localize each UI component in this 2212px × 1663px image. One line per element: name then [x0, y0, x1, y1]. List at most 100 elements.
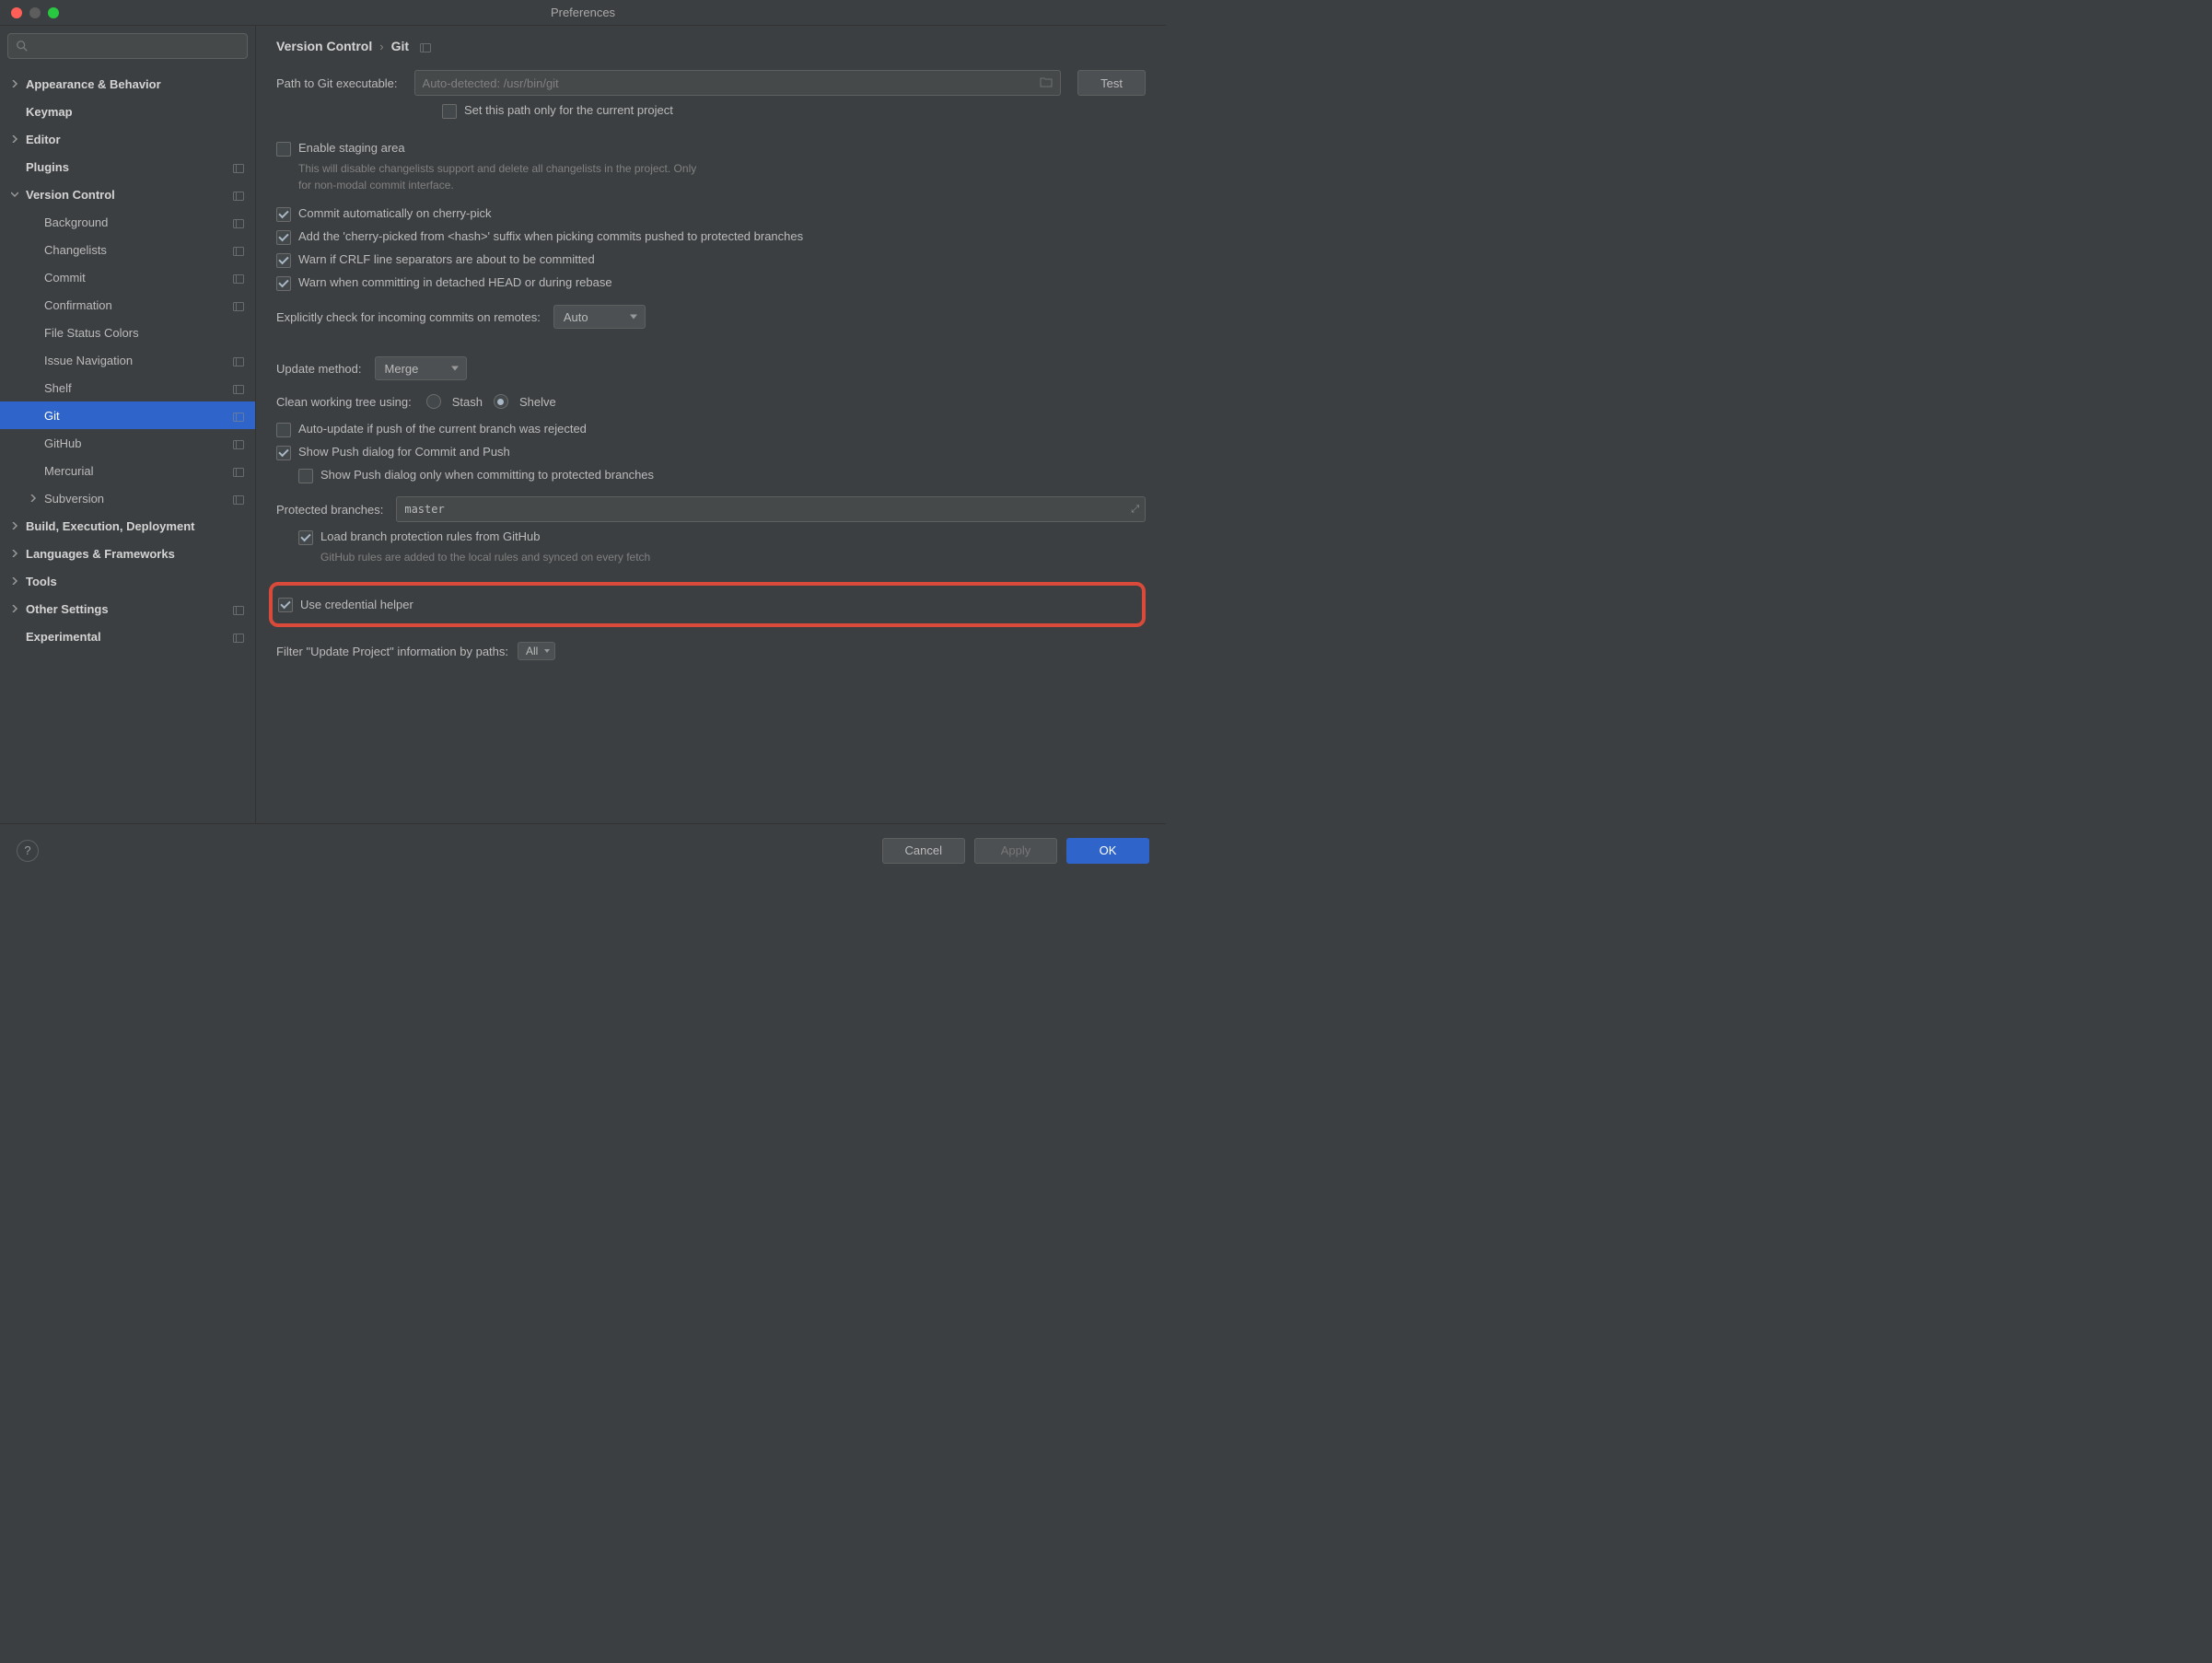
auto-update-rejected-checkbox[interactable]	[276, 423, 291, 437]
breadcrumb-root[interactable]: Version Control	[276, 39, 372, 53]
credential-helper-highlight: Use credential helper	[269, 582, 1146, 627]
clean-tree-shelve-radio[interactable]	[494, 394, 508, 409]
set-path-project-only-checkbox[interactable]	[442, 104, 457, 119]
project-level-icon	[233, 190, 244, 199]
sidebar-item-appearance-behavior[interactable]: Appearance & Behavior	[0, 70, 255, 98]
protected-branches-field[interactable]: master ⤢	[396, 496, 1146, 522]
sidebar-item-confirmation[interactable]: Confirmation	[0, 291, 255, 319]
chevron-right-icon	[7, 546, 22, 561]
sidebar-item-label: File Status Colors	[44, 326, 248, 340]
sidebar-item-label: Keymap	[26, 105, 248, 119]
sidebar-item-commit[interactable]: Commit	[0, 263, 255, 291]
sidebar-item-subversion[interactable]: Subversion	[0, 484, 255, 512]
test-button[interactable]: Test	[1077, 70, 1146, 96]
expand-icon[interactable]: ⤢	[1131, 503, 1139, 516]
minimize-window-button[interactable]	[29, 7, 41, 18]
show-push-dialog-checkbox[interactable]	[276, 446, 291, 460]
breadcrumb: Version Control › Git	[256, 26, 1166, 63]
use-credential-helper-checkbox[interactable]	[278, 598, 293, 612]
sidebar-item-experimental[interactable]: Experimental	[0, 622, 255, 650]
sidebar-item-version-control[interactable]: Version Control	[0, 180, 255, 208]
sidebar-item-label: GitHub	[44, 436, 248, 450]
protected-branches-label: Protected branches:	[276, 503, 383, 517]
sidebar-item-shelf[interactable]: Shelf	[0, 374, 255, 401]
sidebar-item-keymap[interactable]: Keymap	[0, 98, 255, 125]
project-level-icon	[233, 438, 244, 448]
cherry-suffix-checkbox[interactable]	[276, 230, 291, 245]
load-branch-rules-checkbox[interactable]	[298, 530, 313, 545]
chevron-right-icon: ›	[379, 40, 383, 53]
sidebar-item-changelists[interactable]: Changelists	[0, 236, 255, 263]
sidebar-item-other-settings[interactable]: Other Settings	[0, 595, 255, 622]
sidebar-item-label: Background	[44, 215, 248, 229]
sidebar-item-mercurial[interactable]: Mercurial	[0, 457, 255, 484]
sidebar-item-editor[interactable]: Editor	[0, 125, 255, 153]
cancel-button[interactable]: Cancel	[882, 838, 965, 864]
close-window-button[interactable]	[11, 7, 22, 18]
apply-button[interactable]: Apply	[974, 838, 1057, 864]
explicit-check-label: Explicitly check for incoming commits on…	[276, 310, 541, 324]
project-level-icon	[233, 355, 244, 365]
settings-sidebar: Appearance & Behavior Keymap EditorPlugins…	[0, 26, 256, 823]
set-path-project-only-label: Set this path only for the current proje…	[464, 103, 673, 117]
sidebar-item-plugins[interactable]: Plugins	[0, 153, 255, 180]
help-button[interactable]: ?	[17, 840, 39, 862]
breadcrumb-leaf: Git	[391, 39, 409, 53]
sidebar-item-label: Issue Navigation	[44, 354, 248, 367]
traffic-lights	[0, 7, 59, 18]
project-level-icon	[233, 383, 244, 392]
show-push-protected-checkbox[interactable]	[298, 469, 313, 483]
sidebar-item-git[interactable]: Git	[0, 401, 255, 429]
git-path-placeholder: Auto-detected: /usr/bin/git	[423, 76, 559, 90]
explicit-check-select[interactable]: Auto	[553, 305, 646, 329]
load-branch-rules-label: Load branch protection rules from GitHub	[320, 529, 540, 543]
commit-cherry-label: Commit automatically on cherry-pick	[298, 206, 492, 220]
sidebar-item-label: Subversion	[44, 492, 248, 506]
project-level-icon	[233, 245, 244, 254]
zoom-window-button[interactable]	[48, 7, 59, 18]
sidebar-item-label: Commit	[44, 271, 248, 285]
sidebar-item-file-status-colors[interactable]: File Status Colors	[0, 319, 255, 346]
warn-crlf-label: Warn if CRLF line separators are about t…	[298, 252, 595, 266]
show-push-protected-label: Show Push dialog only when committing to…	[320, 468, 654, 482]
search-input[interactable]	[7, 33, 248, 59]
sidebar-item-languages-frameworks[interactable]: Languages & Frameworks	[0, 540, 255, 567]
clean-tree-label: Clean working tree using:	[276, 395, 412, 409]
sidebar-item-label: Git	[44, 409, 248, 423]
project-level-icon	[233, 162, 244, 171]
chevron-right-icon	[7, 518, 22, 533]
chevron-right-icon	[7, 76, 22, 91]
sidebar-item-background[interactable]: Background	[0, 208, 255, 236]
project-level-icon	[233, 273, 244, 282]
sidebar-item-tools[interactable]: Tools	[0, 567, 255, 595]
sidebar-item-label: Changelists	[44, 243, 248, 257]
sidebar-item-build-execution-deployment[interactable]: Build, Execution, Deployment	[0, 512, 255, 540]
chevron-down-icon	[7, 187, 22, 202]
folder-icon[interactable]	[1040, 76, 1053, 90]
sidebar-item-label: Version Control	[26, 188, 248, 202]
sidebar-item-issue-navigation[interactable]: Issue Navigation	[0, 346, 255, 374]
load-branch-rules-hint: GitHub rules are added to the local rule…	[320, 549, 726, 565]
git-path-field[interactable]: Auto-detected: /usr/bin/git	[414, 70, 1062, 96]
clean-tree-stash-label: Stash	[452, 395, 483, 409]
enable-staging-hint: This will disable changelists support an…	[298, 160, 704, 193]
warn-crlf-checkbox[interactable]	[276, 253, 291, 268]
sidebar-item-github[interactable]: GitHub	[0, 429, 255, 457]
sidebar-item-label: Appearance & Behavior	[26, 77, 248, 91]
update-method-select[interactable]: Merge	[375, 356, 467, 380]
update-method-label: Update method:	[276, 362, 362, 376]
enable-staging-checkbox[interactable]	[276, 142, 291, 157]
filter-update-select[interactable]: All	[518, 642, 555, 660]
dialog-footer: ? Cancel Apply OK	[0, 823, 1166, 877]
ok-button[interactable]: OK	[1066, 838, 1149, 864]
protected-branches-value: master	[404, 503, 444, 516]
settings-main-panel: Version Control › Git Path to Git execut…	[256, 26, 1166, 823]
project-level-icon	[233, 466, 244, 475]
cherry-suffix-label: Add the 'cherry-picked from <hash>' suff…	[298, 229, 803, 243]
clean-tree-stash-radio[interactable]	[426, 394, 441, 409]
warn-detached-checkbox[interactable]	[276, 276, 291, 291]
enable-staging-label: Enable staging area	[298, 141, 405, 155]
project-level-icon	[420, 41, 431, 51]
commit-cherry-checkbox[interactable]	[276, 207, 291, 222]
sidebar-item-label: Confirmation	[44, 298, 248, 312]
